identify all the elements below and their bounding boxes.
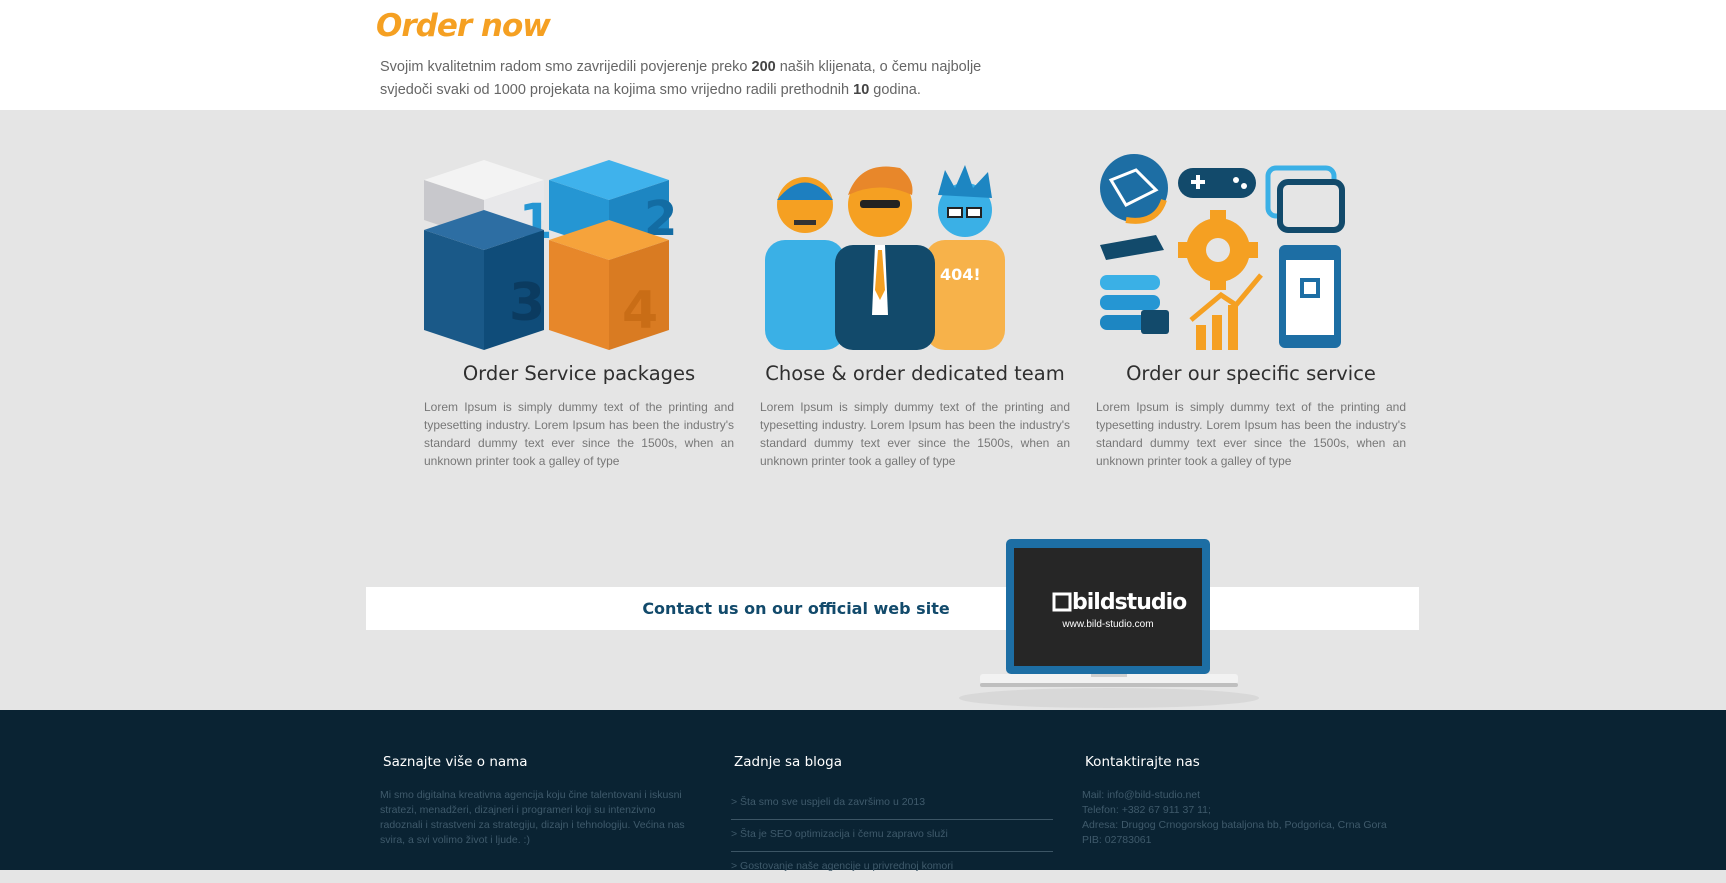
service-description: Lorem Ipsum is simply dummy text of the … [1096, 400, 1406, 468]
laptop-brand: bildstudio [1072, 590, 1187, 615]
numbered-boxes-icon: 2 1 3 4 [424, 160, 674, 350]
services-collage-icon [1100, 154, 1345, 350]
intro-number-years: 10 [853, 82, 870, 98]
shirt-text: 404! [940, 265, 981, 284]
blog-post-link[interactable]: > Gostovanje naše agencije u privrednoj … [731, 852, 1053, 883]
order-header: Order now Svojim kvalitetnim radom smo z… [0, 0, 1726, 110]
service-title: Order our specific service [1126, 362, 1376, 385]
intro-text: Svojim kvalitetnim radom smo zavrijedili… [380, 56, 1020, 102]
footer-about-heading: Saznajte više o nama [383, 754, 528, 770]
footer-about-text: Mi smo digitalna kreativna agencija koju… [380, 789, 685, 846]
contact-mail-link[interactable]: info@bild-studio.net [1107, 789, 1200, 801]
service-description: Lorem Ipsum is simply dummy text of the … [424, 400, 734, 468]
blog-post-link[interactable]: > Šta je SEO optimizacija i čemu zapravo… [731, 820, 1053, 852]
service-title: Chose & order dedicated team [765, 362, 1065, 385]
intro-part3: godina. [869, 82, 921, 98]
blog-post-link[interactable]: > Šta smo sve uspjeli da završimo u 2013 [731, 788, 1053, 820]
intro-number-clients: 200 [751, 59, 776, 75]
intro-part1: Svojim kvalitetnim radom smo zavrijedili… [380, 59, 752, 75]
contact-mail: Mail: info@bild-studio.net [1082, 788, 1412, 803]
service-title: Order Service packages [462, 362, 696, 385]
footer-contact-heading: Kontaktirajte nas [1085, 754, 1200, 770]
contact-pib: PIB: 02783061 [1082, 834, 1152, 846]
contact-mail-label: Mail: [1082, 789, 1108, 801]
footer-contact-details: Mail: info@bild-studio.net Telefon: +382… [1082, 788, 1412, 848]
contact-address: Adresa: Drugog Crnogorskog bataljona bb,… [1082, 819, 1387, 831]
contact-phone: Telefon: +382 67 911 37 11; [1082, 804, 1211, 816]
team-people-icon: 404! [765, 165, 1005, 350]
box-label-3: 3 [509, 273, 545, 333]
box-label-4: 4 [622, 281, 658, 341]
footer: Saznajte više o nama Mi smo digitalna kr… [0, 710, 1726, 872]
laptop-image: bildstudio www.bild-studio.com [959, 539, 1259, 708]
contact-bar: Contact us on our official web site [366, 587, 1419, 630]
laptop-url: www.bild-studio.com [1061, 619, 1153, 630]
service-description: Lorem Ipsum is simply dummy text of the … [760, 400, 1070, 468]
footer-blog-heading: Zadnje sa bloga [734, 754, 843, 770]
page-title: Order now [376, 8, 551, 44]
